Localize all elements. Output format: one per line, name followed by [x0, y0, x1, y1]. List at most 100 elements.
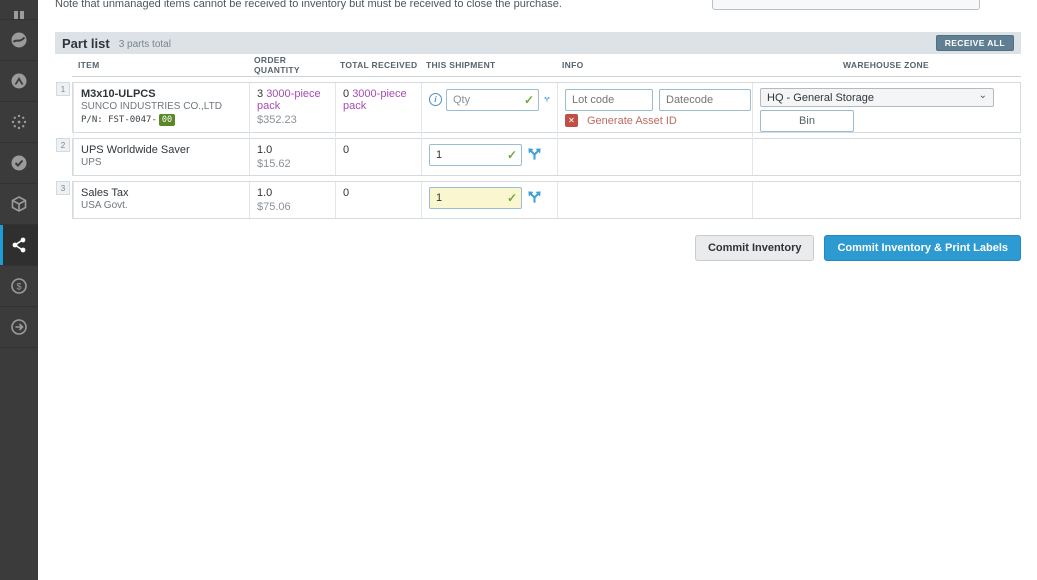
part-list-panel: Part list 3 parts total RECEIVE ALL ITEM… [55, 32, 1021, 219]
sidebar-item-production[interactable] [0, 61, 38, 102]
col-header-order-quantity: ORDER QUANTITY [248, 55, 334, 75]
warehouse-zone-cell [752, 139, 1022, 175]
received-unit-link[interactable]: 3000-piece pack [343, 88, 407, 112]
received-quantity-value: 0 [343, 187, 349, 199]
this-shipment-cell [421, 83, 557, 137]
chevron-down-icon [979, 90, 987, 101]
order-quantity-cell: 1.0 $75.06 [249, 182, 335, 218]
sidebar-item-purchasing[interactable] [0, 225, 38, 266]
info-icon[interactable] [429, 93, 442, 106]
sidebar-item-parts[interactable] [0, 102, 38, 143]
total-received-cell: 0 [335, 139, 421, 175]
this-shipment-cell [421, 139, 557, 175]
item-name: Sales Tax [81, 187, 242, 199]
order-quantity-value: 1.0 [257, 187, 272, 199]
received-quantity-value: 0 [343, 88, 349, 100]
qty-input-wrap [429, 144, 522, 166]
col-header-item: ITEM [72, 60, 248, 70]
this-shipment-cell [421, 182, 557, 218]
total-received-cell: 0 3000-piece pack [335, 83, 421, 137]
valid-check-icon [524, 93, 534, 107]
order-unit-link[interactable]: 3000-piece pack [257, 88, 321, 112]
main-content: Note that unmanaged items cannot be rece… [38, 0, 1037, 580]
sidebar-item-logout[interactable] [0, 307, 38, 348]
share-icon [10, 236, 28, 254]
sidebar-item-quality[interactable] [0, 143, 38, 184]
col-header-this-shipment: THIS SHIPMENT [420, 60, 556, 70]
warehouse-zone-cell [752, 182, 1022, 218]
col-header-info: INFO [556, 60, 751, 70]
info-inputs [565, 89, 745, 111]
item-vendor: USA Govt. [81, 200, 242, 211]
generate-asset-row: Generate Asset ID [565, 114, 745, 127]
home-partial-icon [10, 1, 28, 19]
datecode-input[interactable] [659, 89, 751, 111]
item-vendor: UPS [81, 157, 242, 168]
warehouse-zone-value: HQ - General Storage [767, 92, 874, 104]
order-quantity-value: 3 [257, 88, 263, 100]
commit-inventory-print-labels-button[interactable]: Commit Inventory & Print Labels [824, 235, 1021, 261]
sidebar-item-home[interactable] [0, 0, 38, 20]
item-cell: UPS Worldwide Saver UPS [73, 139, 249, 175]
item-vendor: SUNCO INDUSTRIES CO.,LTD [81, 101, 242, 112]
info-cell [557, 139, 752, 175]
item-cell: M3x10-ULPCS SUNCO INDUSTRIES CO.,LTD P/N… [73, 83, 249, 137]
sidebar: $ [0, 0, 38, 580]
generate-asset-label[interactable]: Generate Asset ID [587, 115, 677, 127]
part-number: P/N: FST-0047- [81, 115, 157, 125]
sidebar-item-inventory[interactable] [0, 184, 38, 225]
top-cropped-input[interactable] [712, 0, 980, 10]
check-seal-icon [10, 154, 28, 172]
valid-check-icon [507, 148, 517, 162]
split-shipment-icon[interactable] [544, 92, 550, 107]
sidebar-item-finance[interactable]: $ [0, 266, 38, 307]
row-number: 3 [56, 181, 70, 195]
package-cube-icon [10, 195, 28, 213]
order-price: $352.23 [257, 114, 328, 126]
row-number: 2 [56, 138, 70, 152]
commit-inventory-button[interactable]: Commit Inventory [695, 235, 815, 261]
ascend-circle-icon [10, 72, 28, 90]
column-headers: ITEM ORDER QUANTITY TOTAL RECEIVED THIS … [72, 54, 1021, 77]
received-quantity-value: 0 [343, 144, 349, 156]
warehouse-zone-select[interactable]: HQ - General Storage [760, 88, 994, 107]
table-row: 1 M3x10-ULPCS SUNCO INDUSTRIES CO.,LTD P… [72, 82, 1021, 133]
table-row: 3 Sales Tax USA Govt. 1.0 $75.06 0 [72, 181, 1021, 219]
order-quantity-value: 1.0 [257, 144, 272, 156]
item-cell: Sales Tax USA Govt. [73, 182, 249, 218]
part-list-header: Part list 3 parts total RECEIVE ALL [55, 32, 1021, 54]
currency-circle-icon: $ [10, 277, 28, 295]
order-quantity-cell: 1.0 $15.62 [249, 139, 335, 175]
unmanaged-items-note: Note that unmanaged items cannot be rece… [55, 0, 562, 10]
dotted-circle-icon [10, 113, 28, 131]
svg-text:$: $ [16, 282, 21, 292]
dashboard-swoosh-icon [10, 31, 28, 49]
split-shipment-icon[interactable] [527, 190, 542, 205]
sidebar-item-dashboard[interactable] [0, 20, 38, 61]
order-quantity-cell: 3 3000-piece pack $352.23 [249, 83, 335, 137]
split-shipment-icon[interactable] [527, 147, 542, 162]
valid-check-icon [507, 191, 517, 205]
qty-input-wrap [429, 187, 522, 209]
part-number-line: P/N: FST-0047- 00 [81, 114, 242, 126]
col-header-total-received: TOTAL RECEIVED [334, 60, 420, 70]
order-price: $15.62 [257, 158, 328, 170]
col-header-warehouse-zone: WAREHOUSE ZONE [751, 60, 1021, 70]
asset-disabled-x-icon[interactable] [565, 114, 578, 127]
lot-code-input[interactable] [565, 89, 653, 111]
row-number: 1 [56, 82, 70, 96]
info-cell: Generate Asset ID [557, 83, 752, 137]
commit-actions: Commit Inventory Commit Inventory & Prin… [55, 235, 1021, 261]
total-received-cell: 0 [335, 182, 421, 218]
order-price: $75.06 [257, 201, 328, 213]
table-row: 2 UPS Worldwide Saver UPS 1.0 $15.62 0 [72, 138, 1021, 176]
panel-title: Part list [62, 36, 110, 51]
qty-input-wrap [446, 89, 539, 111]
warehouse-zone-cell: HQ - General Storage [752, 83, 1022, 137]
revision-badge: 00 [159, 114, 175, 126]
arrow-right-circle-icon [10, 318, 28, 336]
item-name: M3x10-ULPCS [81, 88, 242, 100]
bin-input[interactable] [760, 110, 854, 132]
receive-all-button[interactable]: RECEIVE ALL [936, 35, 1014, 51]
info-cell [557, 182, 752, 218]
